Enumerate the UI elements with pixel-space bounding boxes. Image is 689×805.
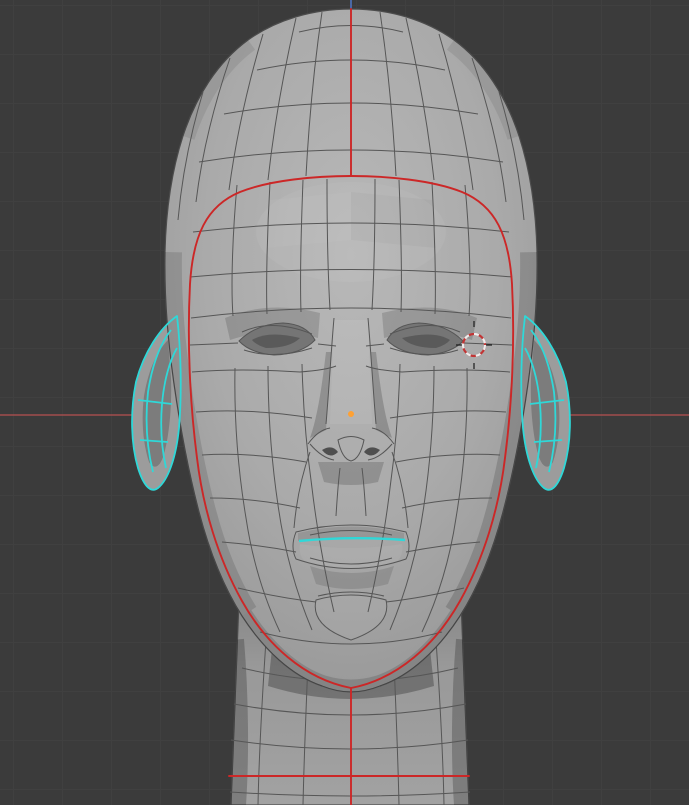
nose-bridge-highlight [330,320,372,424]
object-origin-dot[interactable] [348,411,354,417]
under-nose-shadow [318,462,384,485]
blender-3d-viewport[interactable] [0,0,689,805]
viewport-canvas [0,0,689,805]
